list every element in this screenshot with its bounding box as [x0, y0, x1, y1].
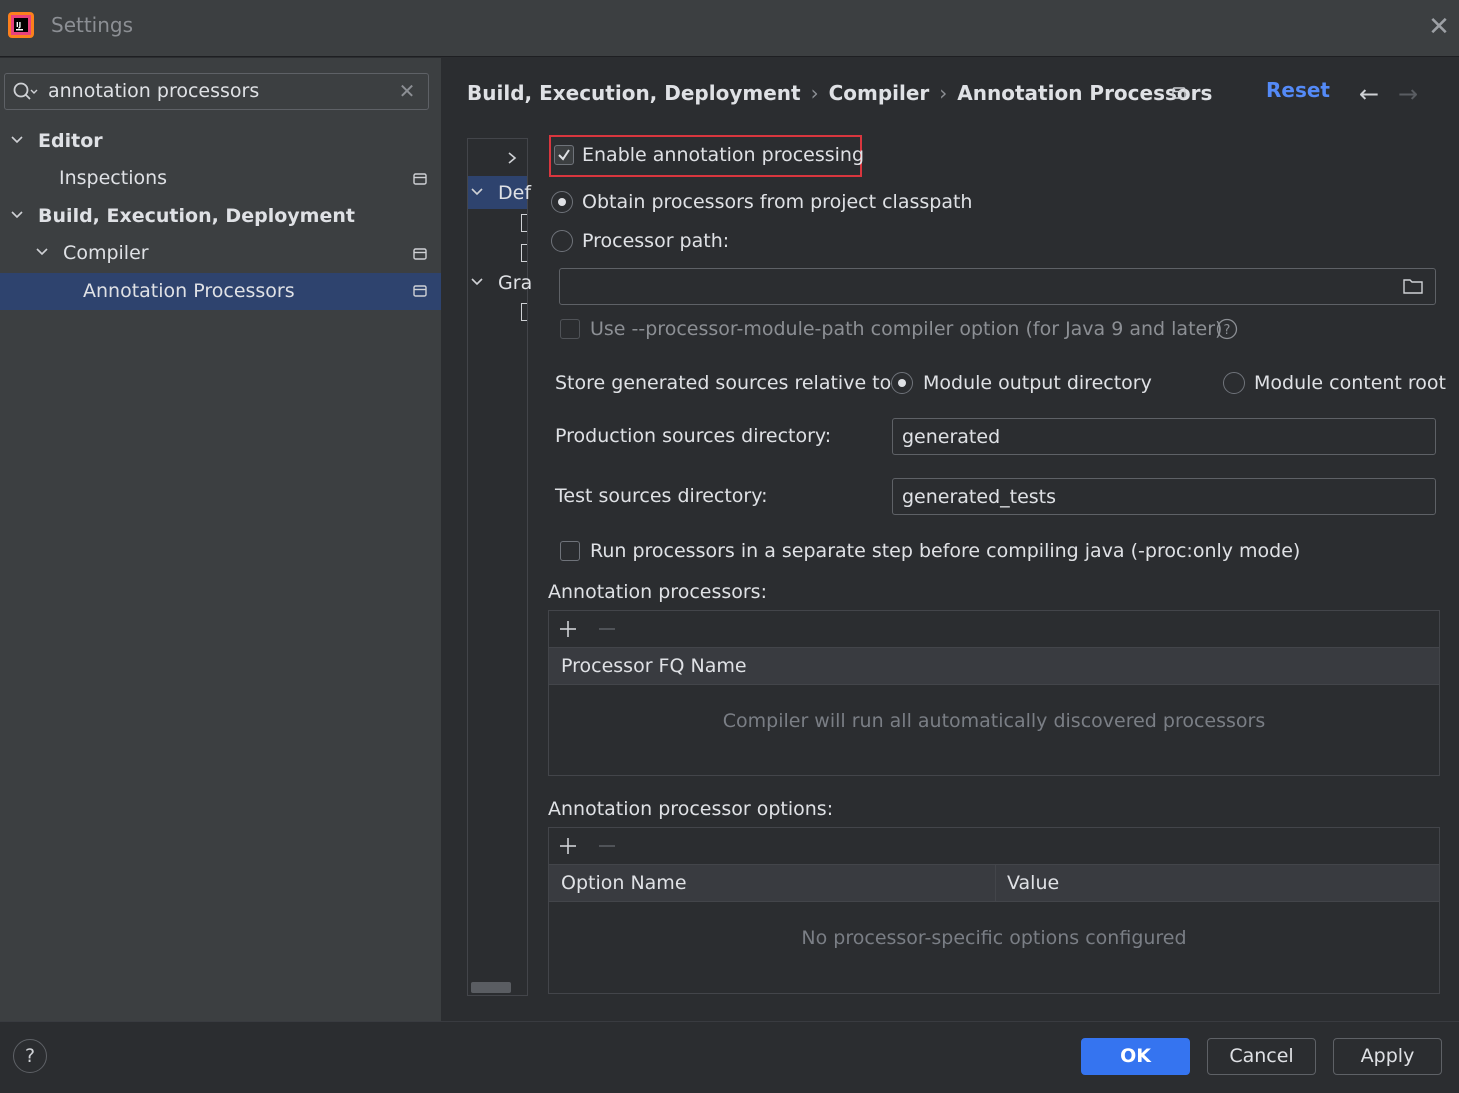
breadcrumb-separator: › — [939, 81, 948, 105]
options-header-row: Option Name Value — [549, 865, 1439, 902]
title-bar — [0, 0, 1459, 57]
module-icon — [521, 214, 527, 232]
tree-item-compiler[interactable]: Compiler — [35, 235, 149, 272]
tree-item-label: Inspections — [59, 167, 168, 189]
ok-button[interactable]: OK — [1081, 1038, 1190, 1075]
module-tree-label: Gra — [498, 272, 533, 294]
processors-toolbar — [549, 611, 1439, 648]
value-header[interactable]: Value — [1007, 865, 1059, 902]
remove-icon — [599, 628, 615, 630]
intellij-logo-icon: IJ — [8, 12, 34, 38]
module-output-radio[interactable] — [891, 372, 913, 394]
options-empty-text: No processor-specific options configured — [801, 927, 1187, 949]
reset-link[interactable]: Reset — [1266, 78, 1330, 102]
chevron-down-icon — [471, 278, 483, 286]
breadcrumb-separator: › — [810, 81, 819, 105]
processors-empty-text: Compiler will run all automatically disc… — [722, 710, 1266, 732]
enable-annotation-checkbox[interactable] — [554, 145, 574, 165]
close-icon[interactable]: ✕ — [1424, 12, 1454, 42]
chevron-down-icon — [11, 136, 23, 144]
project-level-icon — [413, 285, 427, 297]
search-icon[interactable] — [12, 81, 38, 103]
chevron-down-icon — [36, 248, 48, 256]
test-dir-label: Test sources directory: — [555, 485, 768, 507]
project-level-icon — [413, 248, 427, 260]
help-icon[interactable]: ? — [1216, 318, 1238, 340]
help-button[interactable]: ? — [13, 1039, 47, 1073]
project-level-icon — [1172, 87, 1186, 99]
production-dir-input[interactable] — [892, 418, 1436, 455]
module-tree-item-gradle[interactable]: Gra — [470, 268, 532, 298]
folder-icon[interactable] — [1403, 277, 1423, 295]
processors-table-title: Annotation processors: — [548, 581, 767, 603]
module-tree — [467, 138, 528, 996]
module-path-label: Use --processor-module-path compiler opt… — [590, 318, 1223, 340]
module-tree-item-default[interactable]: Def — [470, 178, 531, 208]
processor-fq-name-header[interactable]: Processor FQ Name — [549, 648, 1439, 685]
chevron-down-icon — [471, 188, 483, 196]
module-icon — [521, 244, 527, 262]
test-dir-input[interactable] — [892, 478, 1436, 515]
tree-item-label: Editor — [38, 130, 103, 152]
forward-arrow-icon: → — [1398, 80, 1419, 108]
store-generated-label: Store generated sources relative to: — [555, 372, 898, 394]
tree-item-label: Compiler — [63, 242, 149, 264]
obtain-from-classpath-radio[interactable] — [551, 191, 573, 213]
remove-icon — [599, 845, 615, 847]
tree-item-label: Annotation Processors — [83, 280, 295, 302]
production-dir-label: Production sources directory: — [555, 425, 832, 447]
obtain-from-classpath-label[interactable]: Obtain processors from project classpath — [582, 189, 972, 215]
options-table: Option Name Value No processor-specific … — [548, 827, 1440, 994]
clear-search-icon[interactable]: ✕ — [397, 79, 417, 103]
breadcrumb-item[interactable]: Compiler — [829, 81, 930, 105]
tree-item-editor[interactable]: Editor — [10, 123, 103, 160]
processor-path-label[interactable]: Processor path: — [582, 228, 729, 254]
tree-item-build[interactable]: Build, Execution, Deployment — [10, 198, 355, 235]
checkmark-icon — [558, 149, 570, 161]
svg-text:IJ: IJ — [16, 21, 21, 29]
enable-annotation-label[interactable]: Enable annotation processing — [582, 142, 864, 168]
processor-path-field[interactable] — [559, 268, 1436, 305]
processor-path-radio[interactable] — [551, 230, 573, 252]
column-divider — [995, 865, 996, 902]
run-separate-checkbox[interactable] — [560, 541, 580, 561]
cancel-button[interactable]: Cancel — [1207, 1038, 1316, 1075]
svg-text:?: ? — [1224, 323, 1231, 338]
chevron-down-icon — [11, 211, 23, 219]
module-path-checkbox — [560, 319, 580, 339]
run-separate-label[interactable]: Run processors in a separate step before… — [590, 538, 1300, 564]
project-level-icon — [413, 173, 427, 185]
window-title: Settings — [51, 13, 134, 37]
processors-table: Processor FQ Name Compiler will run all … — [548, 610, 1440, 776]
module-output-label[interactable]: Module output directory — [923, 370, 1152, 396]
module-icon — [521, 303, 527, 321]
horizontal-scrollbar[interactable] — [471, 982, 511, 993]
chevron-right-icon[interactable] — [505, 150, 519, 166]
breadcrumb: Build, Execution, Deployment › Compiler › An… — [467, 78, 1212, 108]
module-tree-label: Def — [498, 182, 532, 204]
add-icon[interactable] — [558, 836, 578, 856]
option-name-header[interactable]: Option Name — [561, 865, 687, 902]
module-content-radio[interactable] — [1223, 372, 1245, 394]
tree-item-label: Build, Execution, Deployment — [38, 205, 355, 227]
add-icon[interactable] — [558, 619, 578, 639]
tree-item-inspections[interactable]: Inspections — [59, 160, 167, 197]
tree-item-annotation-processors[interactable]: Annotation Processors — [83, 273, 295, 310]
module-content-label[interactable]: Module content root — [1254, 370, 1446, 396]
apply-button[interactable]: Apply — [1333, 1038, 1442, 1075]
options-toolbar — [549, 828, 1439, 865]
back-arrow-icon[interactable]: ← — [1359, 82, 1383, 106]
search-input[interactable] — [48, 78, 388, 104]
options-table-title: Annotation processor options: — [548, 798, 834, 820]
breadcrumb-item[interactable]: Build, Execution, Deployment — [467, 81, 801, 105]
